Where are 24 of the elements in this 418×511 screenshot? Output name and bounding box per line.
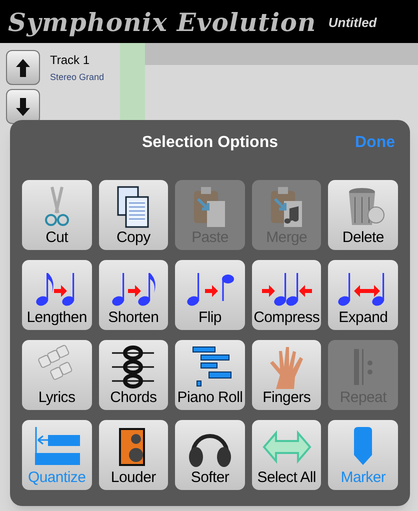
option-button[interactable]: Piano Roll [175,340,245,410]
document-title: Untitled [328,14,377,32]
option-button[interactable]: Delete [328,180,398,250]
option-button[interactable]: Compress [252,260,322,330]
panel-title: Selection Options [142,133,278,153]
option-button[interactable]: Fingers [252,340,322,410]
option-button[interactable]: Lengthen [22,260,92,330]
option-button[interactable]: Shorten [98,260,168,330]
down-arrow-icon [16,98,30,116]
option-button[interactable]: Lyrics [22,340,92,410]
option-button[interactable]: Chords [98,340,168,410]
option-button[interactable]: Flip [175,260,245,330]
option-button[interactable]: Select All [252,420,322,490]
option-button[interactable]: Cut [22,180,92,250]
option-button[interactable]: Copy [98,180,168,250]
track-name: Track 1 [50,54,91,66]
move-down-button[interactable] [6,89,40,124]
option-button[interactable]: Louder [98,420,168,490]
option-button[interactable]: Softer [175,420,245,490]
move-up-button[interactable] [6,50,40,85]
app-logo: Symphonix Evolution [8,10,316,35]
option-button[interactable]: Expand [328,260,398,330]
instrument-name: Stereo Grand [50,71,106,84]
up-arrow-icon [16,58,30,76]
